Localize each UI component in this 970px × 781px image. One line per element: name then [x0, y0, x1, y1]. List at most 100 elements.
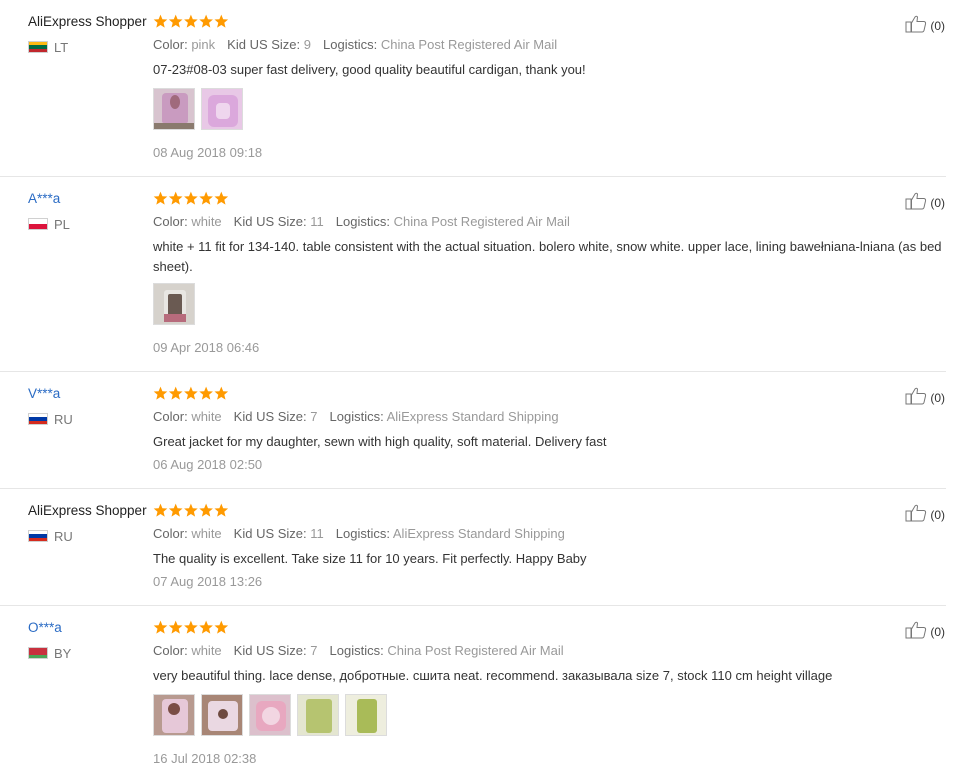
review-date: 16 Jul 2018 02:38 — [153, 751, 257, 766]
review-photo[interactable] — [297, 694, 339, 736]
star-icon — [184, 191, 198, 205]
review-attributes: Color: white Kid US Size: 7 Logistics: Ali… — [153, 409, 559, 424]
star-rating — [153, 14, 229, 29]
color-value: white — [191, 643, 222, 658]
star-icon — [184, 386, 198, 400]
review-photo[interactable] — [153, 694, 195, 736]
helpful-button[interactable]: (0) — [905, 192, 945, 213]
review-country: BY — [28, 645, 72, 661]
star-rating — [153, 191, 229, 206]
review-country: RU — [28, 529, 73, 544]
size-value: 9 — [303, 37, 312, 52]
star-icon — [214, 386, 229, 400]
russia-flag-icon — [28, 413, 48, 425]
helpful-button[interactable]: (0) — [905, 621, 945, 642]
star-icon — [153, 620, 168, 634]
star-icon — [153, 503, 168, 517]
star-rating — [153, 386, 229, 401]
star-icon — [153, 386, 168, 400]
thumbs-up-icon — [905, 192, 930, 213]
review-country: PL — [28, 216, 70, 232]
review-date: 06 Aug 2018 02:50 — [153, 457, 263, 472]
helpful-count: (0) — [930, 390, 945, 405]
color-label: Color: — [153, 214, 188, 229]
logistics-value: AliExpress Standard Shipping — [386, 409, 559, 424]
review-item: A***a PL Color: white Kid US Size: 11 Logi… — [0, 177, 946, 372]
star-icon — [214, 14, 229, 28]
lithuania-flag-icon — [28, 41, 48, 53]
logistics-value: China Post Registered Air Mail — [380, 37, 558, 52]
color-value: white — [191, 526, 222, 541]
star-icon — [199, 386, 213, 400]
color-label: Color: — [153, 37, 188, 52]
country-code: BY — [54, 645, 72, 661]
color-value: pink — [191, 37, 216, 52]
star-icon — [168, 620, 183, 634]
logistics-label: Logistics: — [323, 37, 378, 52]
color-label: Color: — [153, 409, 188, 424]
thumbs-up-icon — [905, 504, 930, 525]
star-icon — [168, 503, 183, 517]
color-value: white — [191, 214, 222, 229]
country-code: LT — [54, 39, 69, 55]
star-icon — [184, 620, 198, 634]
size-label: Kid US Size: — [227, 37, 301, 52]
review-country: RU — [28, 411, 73, 427]
review-photos — [153, 88, 243, 130]
helpful-button[interactable]: (0) — [905, 504, 945, 525]
review-photo[interactable] — [249, 694, 291, 736]
helpful-button[interactable]: (0) — [905, 387, 945, 408]
country-code: RU — [54, 411, 73, 427]
logistics-label: Logistics: — [335, 526, 390, 541]
thumbs-up-icon — [905, 15, 930, 36]
star-icon — [168, 14, 183, 28]
review-author[interactable]: A***a — [28, 191, 60, 207]
helpful-count: (0) — [930, 195, 945, 210]
review-photo[interactable] — [153, 88, 195, 130]
star-icon — [214, 620, 229, 634]
star-icon — [153, 191, 168, 205]
size-label: Kid US Size: — [233, 409, 307, 424]
star-icon — [199, 14, 213, 28]
star-rating — [153, 503, 229, 518]
star-icon — [184, 14, 198, 28]
review-date: 08 Aug 2018 09:18 — [153, 145, 263, 160]
review-author[interactable]: V***a — [28, 386, 60, 402]
review-attributes: Color: white Kid US Size: 11 Logistics: Al… — [153, 526, 565, 541]
review-photo[interactable] — [345, 694, 387, 736]
star-icon — [199, 620, 213, 634]
poland-flag-icon — [28, 218, 48, 230]
review-text: very beautiful thing. lace dense, доброт… — [153, 668, 833, 683]
review-photo[interactable] — [201, 694, 243, 736]
logistics-label: Logistics: — [329, 409, 384, 424]
logistics-label: Logistics: — [335, 214, 390, 229]
logistics-value: China Post Registered Air Mail — [393, 214, 570, 229]
review-photo[interactable] — [201, 88, 243, 130]
helpful-count: (0) — [930, 624, 945, 639]
star-icon — [214, 191, 229, 205]
color-label: Color: — [153, 643, 188, 658]
helpful-count: (0) — [930, 507, 945, 522]
size-value: 11 — [310, 526, 324, 541]
russia-flag-icon — [28, 530, 48, 542]
helpful-count: (0) — [930, 18, 945, 33]
size-value: 7 — [310, 643, 318, 658]
review-text: 07-23#08-03 super fast delivery, good qu… — [153, 62, 586, 77]
country-code: PL — [54, 216, 70, 232]
star-rating — [153, 620, 229, 635]
star-icon — [153, 14, 168, 28]
review-date: 07 Aug 2018 13:26 — [153, 574, 263, 589]
size-value: 7 — [310, 409, 318, 424]
logistics-value: China Post Registered Air Mail — [387, 643, 564, 658]
review-item: O***a BY Color: white Kid US Size: 7 Logis… — [0, 606, 946, 781]
review-attributes: Color: white Kid US Size: 11 Logistics: Ch… — [153, 214, 570, 229]
size-value: 11 — [310, 214, 324, 229]
review-item: AliExpress Shopper LT Color: pink Kid US … — [0, 0, 946, 177]
review-photo[interactable] — [153, 283, 195, 325]
helpful-button[interactable]: (0) — [905, 15, 945, 36]
star-icon — [214, 503, 229, 517]
review-author[interactable]: O***a — [28, 620, 62, 636]
size-label: Kid US Size: — [233, 643, 307, 658]
review-item: V***a RU Color: white Kid US Size: 7 Logis… — [0, 372, 946, 489]
review-photos — [153, 283, 195, 325]
